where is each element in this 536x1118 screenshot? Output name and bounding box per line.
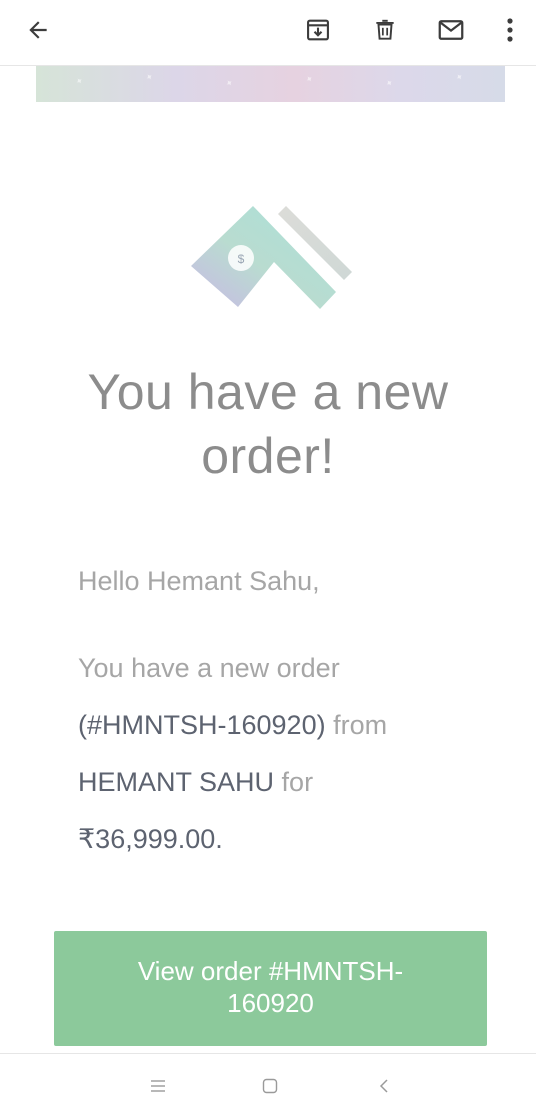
order-message-line-1: You have a new order xyxy=(78,640,498,697)
email-header-banner: ✦ ✦ ✦ ✦ ✦ ✦ xyxy=(36,66,505,102)
order-id: (#HMNTSH-160920) xyxy=(78,710,326,740)
body-text-1: You have a new order xyxy=(78,653,340,683)
headline-line-1: You have a new xyxy=(87,364,449,420)
archive-icon[interactable] xyxy=(296,8,340,52)
mail-icon[interactable] xyxy=(429,8,473,52)
home-icon[interactable] xyxy=(250,1068,290,1104)
svg-text:$: $ xyxy=(238,252,245,266)
order-message: You have a new order (#HMNTSH-160920) fr… xyxy=(78,640,498,868)
view-order-button-label-2: 160920 xyxy=(227,988,314,1018)
greeting-text: Hello Hemant Sahu, xyxy=(78,566,320,596)
headline-line-2: order! xyxy=(201,428,335,484)
view-order-button[interactable]: View order #HMNTSH- 160920 xyxy=(54,931,487,1046)
app-bar xyxy=(0,0,536,66)
more-vert-icon[interactable] xyxy=(488,8,532,52)
order-message-line-4: ₹36,999.00. xyxy=(78,811,498,868)
back-arrow-icon[interactable] xyxy=(16,8,60,52)
back-icon[interactable] xyxy=(364,1068,404,1104)
email-headline: You have a new order! xyxy=(40,360,496,488)
order-message-line-3: HEMANT SAHU for xyxy=(78,754,498,811)
order-amount: ₹36,999.00. xyxy=(78,824,223,854)
recents-icon[interactable] xyxy=(138,1068,178,1104)
view-order-button-label-1: View order #HMNTSH- xyxy=(137,956,404,986)
body-text-3: for xyxy=(281,767,314,797)
system-nav-bar xyxy=(0,1053,536,1118)
customer-name: HEMANT SAHU xyxy=(78,767,275,797)
body-text-2: from xyxy=(333,710,388,740)
store-logo: $ xyxy=(186,200,356,315)
order-message-line-2: (#HMNTSH-160920) from xyxy=(78,697,498,754)
delete-icon[interactable] xyxy=(363,8,407,52)
